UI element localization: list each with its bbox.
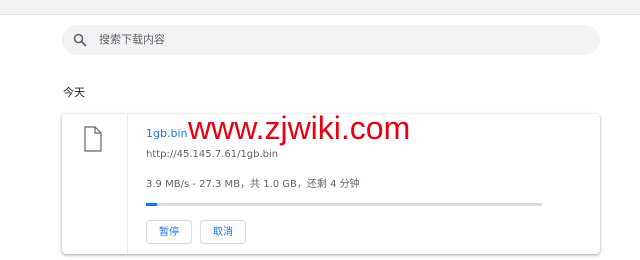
top-toolbar-strip [0, 0, 640, 15]
download-status-text: 3.9 MB/s - 27.3 MB，共 1.0 GB，还剩 4 分钟 [146, 179, 360, 190]
date-section-title: 今天 [63, 86, 85, 99]
pause-button[interactable]: 暂停 [146, 220, 192, 244]
file-icon [82, 126, 104, 152]
watermark: www.zjwiki.com [188, 110, 411, 146]
search-input[interactable]: 搜索下载内容 [99, 33, 165, 47]
search-bar[interactable]: 搜索下载内容 [62, 25, 600, 55]
file-url[interactable]: http://45.145.7.61/1gb.bin [146, 148, 278, 161]
download-progress-bar [146, 203, 542, 206]
cancel-button[interactable]: 取消 [200, 220, 246, 244]
file-name-link[interactable]: 1gb.bin [146, 127, 187, 141]
download-item-card: 1gb.bin www.zjwiki.com http://45.145.7.6… [62, 110, 600, 254]
download-progress-fill [146, 203, 157, 206]
search-icon [72, 32, 88, 48]
card-divider [127, 114, 128, 254]
